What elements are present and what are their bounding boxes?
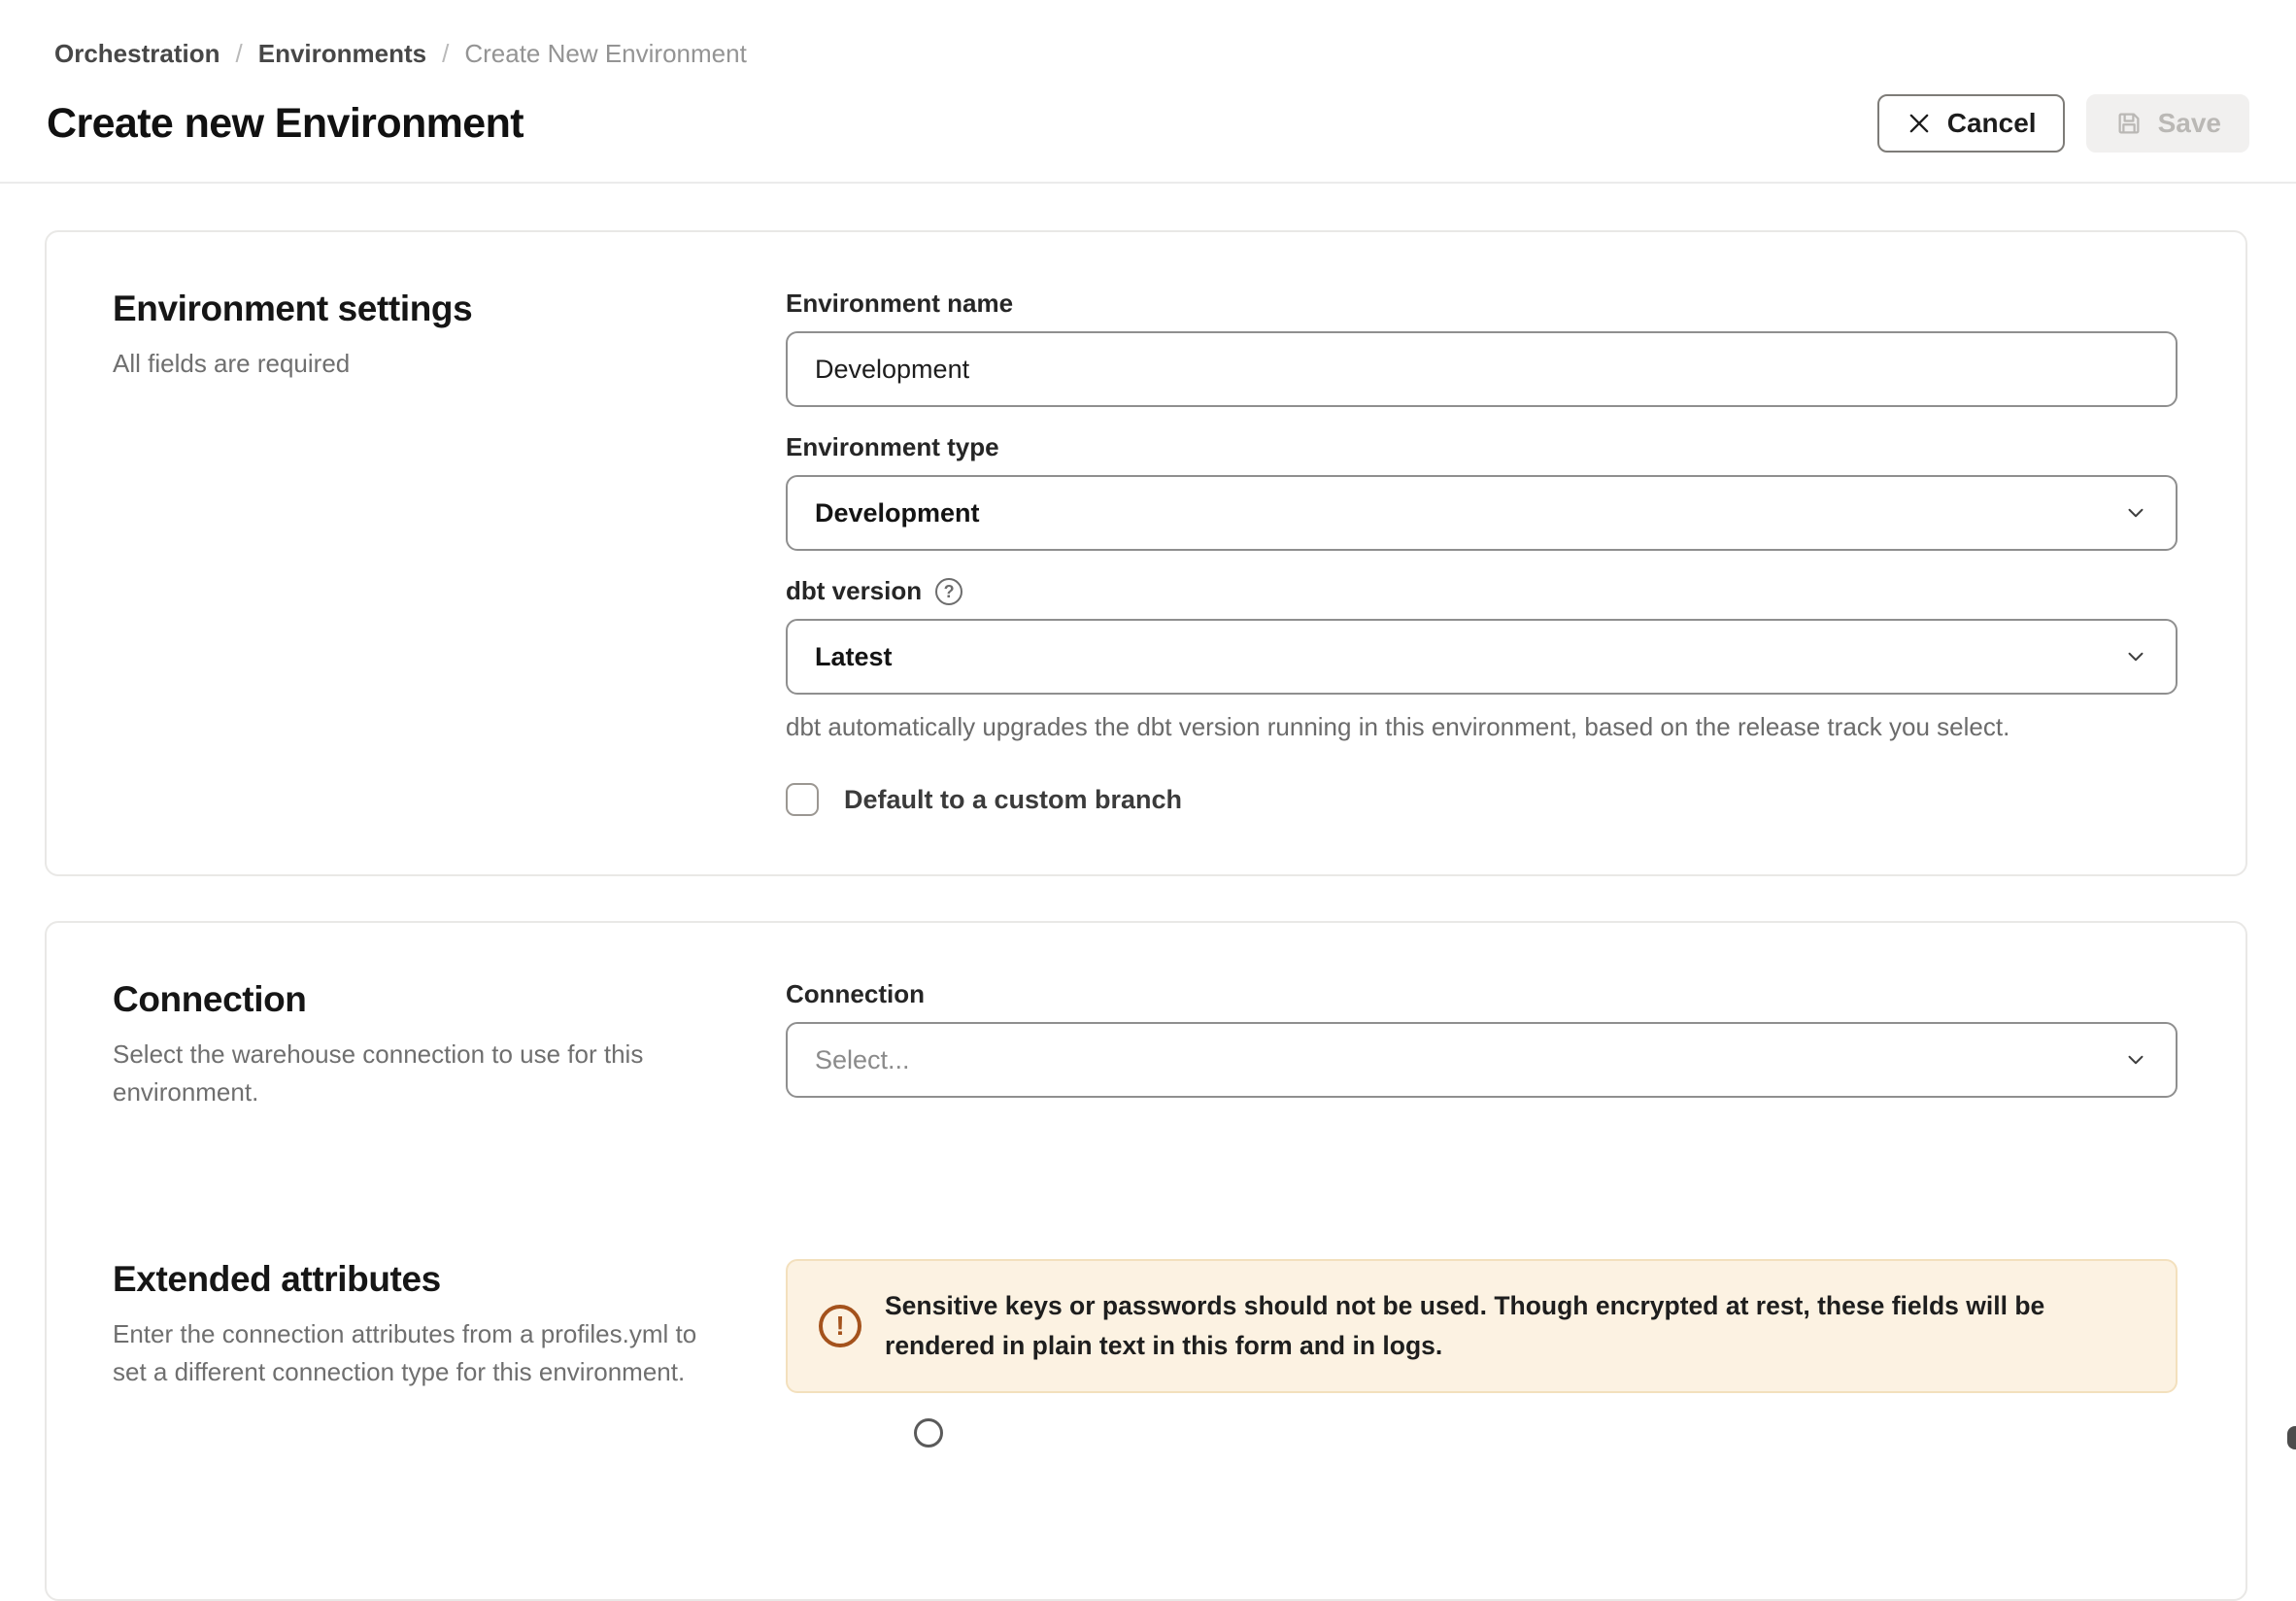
page-header: Orchestration / Environments / Create Ne… [0, 0, 2296, 184]
environment-name-label: Environment name [786, 289, 2178, 319]
sensitive-warning-banner: ! Sensitive keys or passwords should not… [786, 1259, 2178, 1393]
cancel-button[interactable]: Cancel [1877, 94, 2065, 153]
environment-settings-intro: Environment settings All fields are requ… [113, 289, 786, 383]
custom-branch-label: Default to a custom branch [844, 785, 1182, 815]
breadcrumb-separator: / [236, 39, 243, 69]
dbt-version-help-text: dbt automatically upgrades the dbt versi… [786, 712, 2178, 742]
connection-card: Connection Select the warehouse connecti… [45, 921, 2247, 1601]
save-button[interactable]: Save [2086, 94, 2249, 153]
breadcrumb-item-environments[interactable]: Environments [258, 39, 426, 69]
environment-type-field-group: Environment type Development [786, 432, 2178, 551]
environment-type-value: Development [815, 498, 980, 528]
dbt-version-field-group: dbt version ? Latest dbt automatically u… [786, 576, 2178, 742]
connection-intro: Connection Select the warehouse connecti… [113, 979, 786, 1111]
chevron-down-icon [2123, 644, 2148, 669]
help-icon-cutoff[interactable] [914, 1418, 943, 1448]
dbt-version-select[interactable]: Latest [786, 619, 2178, 695]
extended-attributes-title: Extended attributes [113, 1259, 786, 1300]
close-icon [1906, 110, 1933, 137]
main-content: Environment settings All fields are requ… [0, 184, 2296, 1601]
custom-branch-checkbox-row[interactable]: Default to a custom branch [786, 783, 2178, 816]
environment-type-select[interactable]: Development [786, 475, 2178, 551]
title-row: Create new Environment Cancel Save [0, 69, 2296, 182]
corner-floating-element[interactable] [2287, 1426, 2296, 1449]
connection-subtitle: Select the warehouse connection to use f… [113, 1036, 684, 1111]
connection-title: Connection [113, 979, 786, 1020]
dbt-version-label: dbt version ? [786, 576, 2178, 606]
header-actions: Cancel Save [1877, 94, 2249, 153]
cancel-button-label: Cancel [1947, 108, 2037, 139]
environment-settings-subtitle: All fields are required [113, 345, 695, 383]
extended-attributes-subtitle: Enter the connection attributes from a p… [113, 1315, 707, 1391]
help-icon[interactable]: ? [935, 578, 962, 605]
dbt-version-value: Latest [815, 642, 893, 672]
environment-type-label: Environment type [786, 432, 2178, 462]
breadcrumb-item-orchestration[interactable]: Orchestration [54, 39, 220, 69]
page-title: Create new Environment [47, 100, 523, 148]
breadcrumb-item-create-new-environment: Create New Environment [464, 39, 746, 69]
connection-fields: Connection Select... [786, 979, 2178, 1098]
breadcrumb: Orchestration / Environments / Create Ne… [0, 0, 2296, 69]
breadcrumb-separator: / [442, 39, 449, 69]
connection-field-group: Connection Select... [786, 979, 2178, 1098]
chevron-down-icon [2123, 500, 2148, 526]
dbt-version-label-text: dbt version [786, 576, 922, 606]
save-button-label: Save [2158, 108, 2221, 139]
chevron-down-icon [2123, 1047, 2148, 1073]
connection-placeholder: Select... [815, 1045, 910, 1075]
environment-settings-card: Environment settings All fields are requ… [45, 230, 2247, 876]
custom-branch-checkbox[interactable] [786, 783, 819, 816]
environment-settings-fields: Environment name Environment type Develo… [786, 289, 2178, 816]
connection-label: Connection [786, 979, 2178, 1009]
warning-icon: ! [819, 1305, 861, 1347]
extended-attributes-intro: Extended attributes Enter the connection… [113, 1259, 786, 1391]
environment-name-input[interactable] [786, 331, 2178, 407]
connection-select[interactable]: Select... [786, 1022, 2178, 1098]
warning-text: Sensitive keys or passwords should not b… [885, 1286, 2144, 1366]
extended-attributes-fields: ! Sensitive keys or passwords should not… [786, 1259, 2178, 1448]
environment-name-field-group: Environment name [786, 289, 2178, 407]
environment-settings-title: Environment settings [113, 289, 786, 329]
save-icon [2114, 109, 2144, 138]
